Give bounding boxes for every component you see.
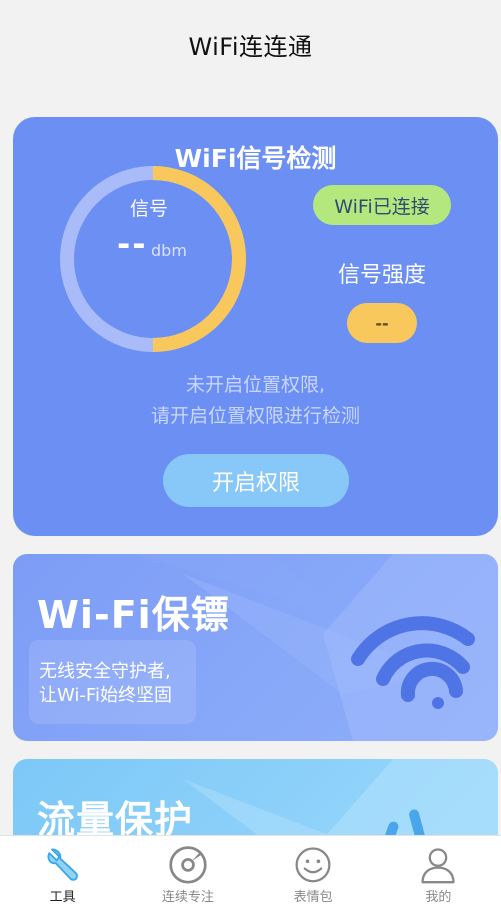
signal-strength-label: 信号强度 <box>337 263 426 288</box>
wifi-guard-line1: 无线安全守护者, <box>39 661 171 682</box>
tab-stickers[interactable]: 表情包 <box>251 836 376 905</box>
wifi-icon <box>351 616 475 709</box>
tab-label: 工具 <box>49 890 76 905</box>
tab-mine[interactable]: 我的 <box>376 836 501 905</box>
permission-hint-line1: 未开启位置权限, <box>185 374 326 396</box>
tab-label: 连续专注 <box>161 890 214 905</box>
enable-permission-button[interactable]: 开启权限 <box>163 454 349 507</box>
app-title: WiFi连连通 <box>188 32 313 61</box>
tab-label: 我的 <box>425 890 452 905</box>
tab-tools[interactable]: 工具 <box>0 836 125 905</box>
signal-strength-value: -- <box>347 303 417 343</box>
permission-hint-line2: 请开启位置权限进行检测 <box>150 405 360 427</box>
gauge-unit: dbm <box>151 241 187 260</box>
gauge-value: -- <box>117 225 148 263</box>
wifi-guard-title: Wi-Fi保镖 <box>37 593 230 637</box>
gauge-label: 信号 <box>130 198 169 220</box>
wrench-icon <box>47 848 78 881</box>
bottom-tab-bar: 工具 连续专注 表情包 我的 <box>0 835 501 905</box>
app-header: WiFi连连通 <box>0 0 501 90</box>
tab-label: 表情包 <box>293 890 333 905</box>
user-icon <box>421 848 455 884</box>
tab-focus[interactable]: 连续专注 <box>125 836 250 905</box>
smiley-icon <box>295 847 331 883</box>
wifi-signal-card: WiFi信号检测 信号 -- dbm WiFi已连接 信号强度 -- 未开启位置… <box>13 117 498 536</box>
wifi-guard-banner[interactable]: Wi-Fi保镖 无线安全守护者, 让Wi-Fi始终坚固 <box>13 554 498 741</box>
focus-disc-icon <box>169 846 207 884</box>
wifi-guard-line2: 让Wi-Fi始终坚固 <box>39 685 172 706</box>
wifi-connected-badge: WiFi已连接 <box>313 185 451 225</box>
